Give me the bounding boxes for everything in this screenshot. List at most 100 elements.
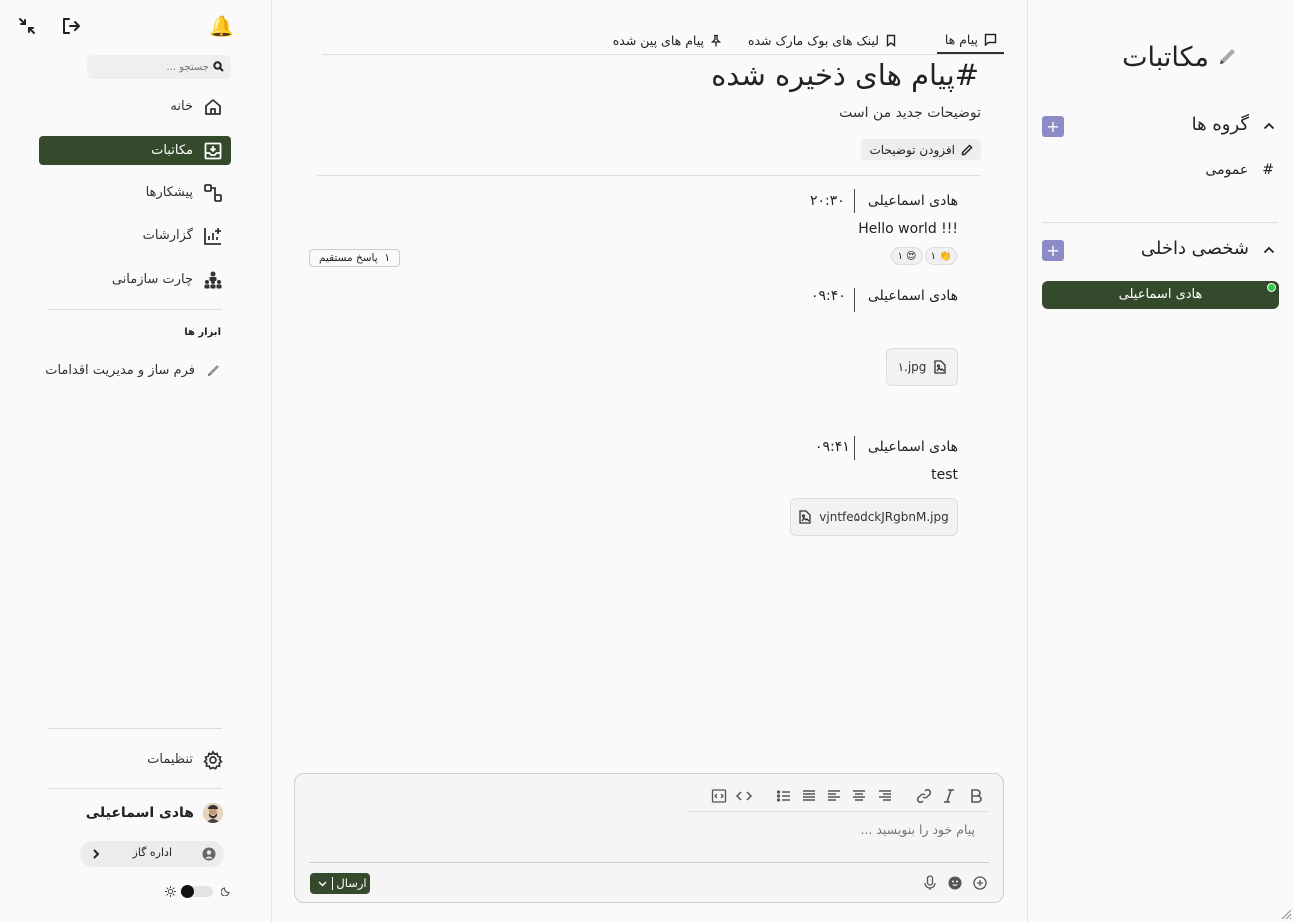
composer-divider — [309, 862, 989, 863]
add-description-button[interactable]: افزودن توضیحات — [861, 139, 981, 160]
tools-heading: ابزار ها — [184, 327, 221, 338]
user-circle-icon — [202, 847, 216, 861]
direct-item[interactable]: هادی اسماعیلی — [1042, 281, 1279, 309]
reaction-clap[interactable]: ۱ 👏 — [925, 247, 957, 265]
message-composer: ارسال — [294, 773, 1004, 903]
reaction-emoji: 😍 — [905, 250, 917, 262]
tab-pinned-messages[interactable]: پیام های پین شده — [613, 26, 722, 54]
pen-icon — [1215, 47, 1237, 69]
separator — [854, 436, 855, 460]
home-icon — [203, 97, 223, 117]
reaction-emoji: 👏 — [938, 250, 952, 262]
align-center-icon[interactable] — [850, 787, 868, 805]
user-name: هادی اسماعیلی — [85, 805, 194, 821]
sun-icon — [165, 886, 176, 897]
link-icon[interactable] — [915, 787, 933, 805]
toolbar-divider — [688, 811, 988, 812]
message-text: test — [931, 467, 958, 483]
nav-item-label: گزارشات — [142, 228, 193, 243]
message-author[interactable]: هادی اسماعیلی — [868, 193, 958, 209]
image-file-icon — [799, 510, 811, 524]
toggle-knob — [181, 885, 194, 898]
group-item-general[interactable]: # عمومی — [1205, 162, 1274, 178]
tool-label: فرم ساز و مدیریت اقدامات — [45, 363, 195, 378]
add-icon[interactable] — [973, 876, 987, 890]
left-sidebar: 🔔 خانه مکاتبات پیشکارها گزارشات چارت ساز… — [0, 0, 272, 922]
bullet-list-icon[interactable] — [775, 787, 793, 805]
bold-icon[interactable] — [967, 787, 985, 805]
chevron-up-icon[interactable] — [1262, 119, 1276, 133]
nav-item-home[interactable]: خانه — [39, 92, 231, 121]
tool-form-builder[interactable]: فرم ساز و مدیریت اقدامات — [45, 356, 231, 385]
bell-icon[interactable]: 🔔 — [209, 14, 234, 38]
avatar[interactable] — [203, 803, 223, 823]
code-block-icon[interactable] — [710, 787, 728, 805]
header-divider — [317, 175, 981, 176]
moon-icon — [221, 885, 232, 896]
send-options-chevron-icon[interactable] — [317, 878, 328, 889]
org-label: اداره گاز — [132, 846, 172, 859]
reaction-heart-eyes[interactable]: ۱ 😍 — [891, 247, 923, 265]
separator — [332, 877, 333, 890]
send-button-group: ارسال — [310, 873, 370, 894]
message-input[interactable] — [315, 818, 975, 840]
add-direct-button[interactable]: + — [1042, 240, 1064, 261]
org-selector[interactable]: اداره گاز — [80, 841, 224, 867]
file-label: vjntfe۵dckJRgbnM.jpg — [819, 510, 949, 524]
microphone-icon[interactable] — [923, 875, 937, 891]
resize-handle-icon[interactable] — [1280, 908, 1292, 920]
search-box[interactable] — [87, 55, 231, 79]
divider — [48, 309, 222, 310]
code-icon[interactable] — [735, 787, 753, 805]
nav-item-reports[interactable]: گزارشات — [39, 221, 231, 250]
panel-title: مکاتبات — [1122, 42, 1237, 73]
send-button[interactable]: ارسال — [335, 876, 368, 890]
tabs-divider — [322, 54, 1004, 55]
search-input[interactable] — [94, 58, 209, 76]
message-time: ۰۹:۴۱ — [815, 439, 850, 455]
tab-messages[interactable]: پیام ها — [936, 26, 1004, 54]
collapse-icon[interactable] — [18, 17, 36, 35]
bookmark-icon — [885, 34, 897, 47]
file-attachment[interactable]: ۱.jpg — [886, 348, 958, 386]
align-left-icon[interactable] — [825, 787, 843, 805]
emoji-icon[interactable] — [948, 876, 962, 890]
nav-item-label: مکاتبات — [151, 143, 193, 158]
theme-toggle[interactable] — [180, 885, 213, 898]
italic-icon[interactable] — [940, 787, 958, 805]
panel-title-text: مکاتبات — [1122, 42, 1209, 73]
gear-icon — [203, 749, 223, 770]
nav-item-settings[interactable]: تنظیمات — [39, 745, 231, 774]
nav-item-correspondence[interactable]: مکاتبات — [39, 136, 231, 165]
direct-label: هادی اسماعیلی — [1118, 287, 1203, 302]
workflow-icon — [203, 183, 223, 203]
thread-replies-button[interactable]: ۱ پاسخ مستقیم — [309, 249, 400, 267]
nav-item-label: چارت سازمانی — [111, 272, 193, 287]
message-author[interactable]: هادی اسماعیلی — [868, 288, 958, 304]
align-right-icon[interactable] — [876, 787, 894, 805]
file-attachment[interactable]: vjntfe۵dckJRgbnM.jpg — [790, 498, 958, 536]
pin-icon — [710, 34, 722, 47]
image-file-icon — [934, 360, 947, 374]
message-time: ۰۹:۴۰ — [811, 288, 846, 304]
message-time: ۲۰:۳۰ — [810, 193, 845, 209]
hash-icon: # — [1262, 162, 1274, 178]
add-group-button[interactable]: + — [1042, 116, 1064, 137]
nav-item-org-chart[interactable]: چارت سازمانی — [39, 265, 231, 294]
message-author[interactable]: هادی اسماعیلی — [868, 439, 958, 455]
message-text: Hello world !!! — [858, 221, 958, 237]
align-justify-icon[interactable] — [800, 787, 818, 805]
logout-icon[interactable] — [61, 16, 81, 36]
tab-bookmarked-links[interactable]: لینک های بوک مارک شده — [748, 26, 897, 54]
divider — [48, 728, 222, 729]
direct-title[interactable]: شخصی داخلی — [1141, 238, 1249, 259]
nav-item-workflows[interactable]: پیشکارها — [39, 178, 231, 207]
chevron-up-icon[interactable] — [1262, 243, 1276, 257]
chart-icon — [203, 226, 223, 246]
groups-title[interactable]: گروه ها — [1192, 114, 1249, 135]
separator — [854, 288, 855, 312]
file-label: ۱.jpg — [897, 360, 927, 374]
chevron-right-icon — [90, 848, 102, 860]
divider — [48, 788, 222, 789]
channel-description: توضیحات جدید من است — [839, 105, 981, 121]
